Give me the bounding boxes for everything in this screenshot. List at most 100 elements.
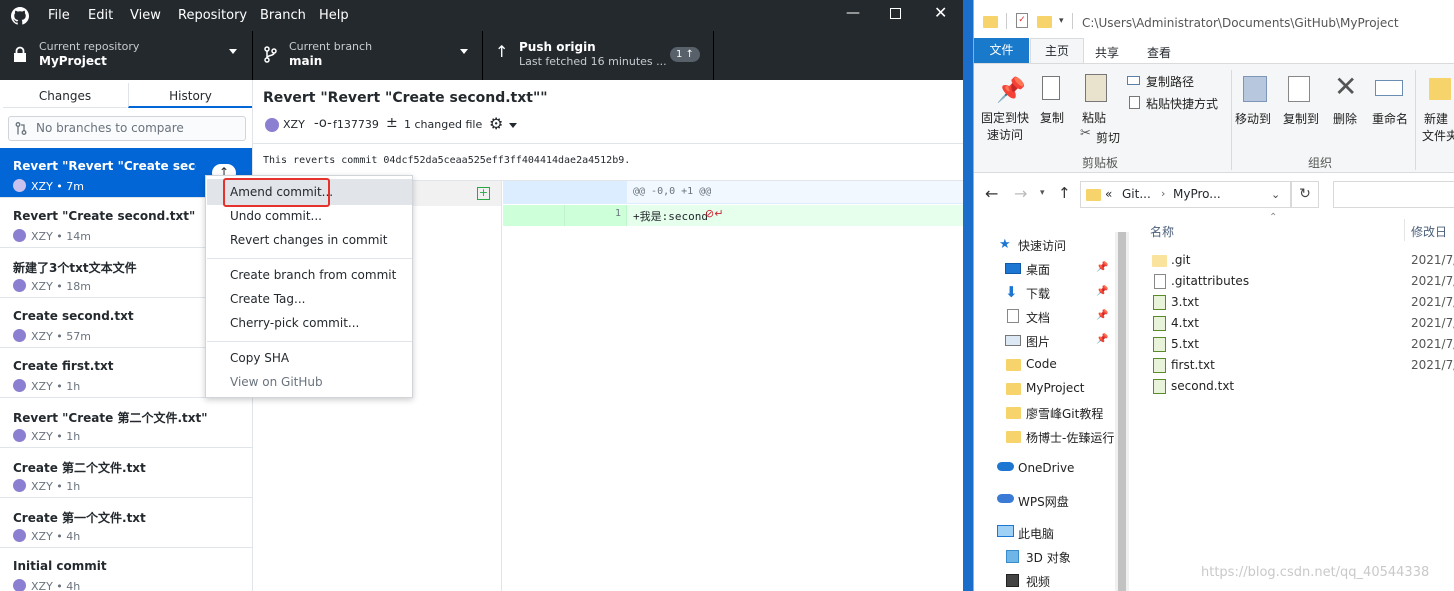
minimize-icon[interactable]: — [846, 5, 860, 21]
nav-wps[interactable]: WPS网盘 [1018, 493, 1069, 510]
branch-selector[interactable]: Current branch main [253, 31, 483, 80]
compare-branch-input[interactable]: No branches to compare [8, 116, 246, 141]
copy-to-label[interactable]: 复制到 [1283, 110, 1319, 127]
cut-icon[interactable]: ✂ [1080, 126, 1091, 141]
menu-amend-commit[interactable]: Amend commit... [230, 185, 333, 199]
avatar [13, 529, 26, 542]
breadcrumb-git[interactable]: Git... [1122, 187, 1151, 201]
up-icon[interactable]: ↑ [1058, 184, 1071, 202]
search-input[interactable] [1333, 181, 1454, 208]
chevron-down-icon[interactable] [509, 123, 517, 128]
file-git[interactable]: .git [1171, 253, 1190, 267]
new-folder-label-2[interactable]: 文件夹 [1422, 127, 1454, 144]
nav-code[interactable]: Code [1026, 357, 1057, 371]
maximize-icon[interactable] [890, 8, 901, 19]
nav-documents[interactable]: 文档 [1026, 309, 1050, 326]
menu-branch[interactable]: Branch [260, 8, 306, 23]
move-to-icon[interactable] [1243, 76, 1267, 102]
file-gitattributes[interactable]: .gitattributes [1171, 274, 1249, 288]
file-second-txt[interactable]: second.txt [1171, 379, 1234, 393]
nav-downloads[interactable]: 下载 [1026, 285, 1050, 302]
push-origin-button[interactable]: ↑ Push origin Last fetched 16 minutes ..… [483, 31, 714, 80]
menu-repository[interactable]: Repository [178, 8, 247, 23]
copy-to-icon[interactable] [1288, 76, 1310, 102]
commit-item[interactable]: Initial commit XZY • 4h [0, 548, 252, 591]
menu-file[interactable]: File [48, 8, 70, 23]
gear-icon[interactable]: ⚙ [489, 114, 503, 133]
menu-help[interactable]: Help [319, 8, 349, 23]
menu-cherry-pick[interactable]: Cherry-pick commit... [230, 316, 359, 330]
address-bar[interactable]: « Git... › MyPro... ⌄ [1080, 181, 1291, 208]
refresh-icon[interactable]: ↻ [1291, 181, 1319, 208]
breadcrumb-myproject[interactable]: MyPro... [1173, 187, 1221, 201]
nav-quick-access[interactable]: 快速访问 [1018, 237, 1066, 254]
column-date[interactable]: 修改日 [1411, 223, 1447, 240]
delete-icon[interactable]: ✕ [1334, 70, 1357, 103]
nav-git-tutorial[interactable]: 廖雪峰Git教程 [1026, 405, 1103, 422]
menu-create-tag[interactable]: Create Tag... [230, 292, 305, 306]
paste-shortcut-label[interactable]: 粘贴快捷方式 [1146, 95, 1218, 112]
copy-path-icon[interactable] [1127, 76, 1140, 85]
repository-selector[interactable]: Current repository MyProject [0, 31, 253, 80]
back-icon[interactable]: ← [985, 184, 998, 203]
move-to-label[interactable]: 移动到 [1235, 110, 1271, 127]
commit-item[interactable]: Create 第二个文件.txt XZY • 1h [0, 448, 252, 498]
ribbon-tab-file[interactable]: 文件 [974, 38, 1029, 63]
tab-history[interactable]: History [128, 83, 252, 108]
menu-edit[interactable]: Edit [88, 8, 113, 23]
delete-label[interactable]: 删除 [1333, 110, 1357, 127]
nav-scrollbar[interactable] [1115, 232, 1129, 591]
nav-onedrive[interactable]: OneDrive [1018, 461, 1074, 475]
breadcrumb-overflow[interactable]: « [1105, 187, 1112, 201]
menu-view[interactable]: View [130, 8, 161, 23]
rename-label[interactable]: 重命名 [1372, 110, 1408, 127]
chevron-down-icon[interactable]: ⌄ [1271, 188, 1280, 201]
file-3-txt[interactable]: 3.txt [1171, 295, 1199, 309]
commit-title: Create first.txt [13, 359, 114, 373]
nav-this-pc[interactable]: 此电脑 [1018, 525, 1054, 542]
nav-desktop[interactable]: 桌面 [1026, 261, 1050, 278]
recent-dropdown-icon[interactable]: ▾ [1040, 188, 1045, 198]
menu-undo-commit[interactable]: Undo commit... [230, 209, 322, 223]
file-4-txt[interactable]: 4.txt [1171, 316, 1199, 330]
qat-dropdown-icon[interactable]: ▾ [1059, 16, 1064, 26]
rename-icon[interactable] [1375, 80, 1403, 96]
copy-label[interactable]: 复制 [1040, 109, 1064, 126]
forward-icon[interactable]: → [1014, 184, 1027, 203]
pin-label[interactable]: 固定到快 [981, 109, 1029, 126]
detail-sha: f137739 [333, 118, 379, 131]
cut-label[interactable]: 剪切 [1096, 129, 1120, 146]
ribbon-tab-home[interactable]: 主页 [1030, 38, 1084, 64]
paste-label[interactable]: 粘贴 [1082, 109, 1106, 126]
properties-icon[interactable]: ✓ [1016, 13, 1028, 28]
new-folder-icon[interactable] [1037, 16, 1052, 28]
nav-myproject[interactable]: MyProject [1026, 381, 1085, 395]
nav-pictures[interactable]: 图片 [1026, 333, 1050, 350]
copy-path-label[interactable]: 复制路径 [1146, 73, 1194, 90]
pin-icon[interactable]: 📌 [996, 76, 1026, 104]
nav-folder-yang[interactable]: 杨博士-佐臻运行 [1026, 429, 1115, 446]
copy-icon[interactable] [1042, 76, 1060, 100]
ribbon-tab-view[interactable]: 查看 [1147, 44, 1171, 61]
new-folder-label[interactable]: 新建 [1424, 110, 1448, 127]
commit-item[interactable]: Create 第一个文件.txt XZY • 4h [0, 498, 252, 548]
nav-3d-objects[interactable]: 3D 对象 [1026, 549, 1071, 566]
nav-videos[interactable]: 视频 [1026, 573, 1050, 590]
paste-shortcut-icon[interactable] [1129, 96, 1140, 109]
menu-copy-sha[interactable]: Copy SHA [230, 351, 289, 365]
close-icon[interactable]: ✕ [934, 3, 947, 22]
ribbon-tab-share[interactable]: 共享 [1095, 44, 1119, 61]
tab-changes[interactable]: Changes [3, 83, 127, 108]
pin-label-2[interactable]: 速访问 [987, 126, 1023, 143]
commit-item[interactable]: Revert "Create 第二个文件.txt" XZY • 1h [0, 398, 252, 448]
file-5-txt[interactable]: 5.txt [1171, 337, 1199, 351]
column-name[interactable]: 名称 [1150, 223, 1174, 240]
menu-separator [207, 258, 412, 259]
file-first-txt[interactable]: first.txt [1171, 358, 1215, 372]
watermark: https://blog.csdn.net/qq_40544338 [1201, 565, 1430, 580]
menu-revert-changes[interactable]: Revert changes in commit [230, 233, 387, 247]
scrollbar-thumb[interactable] [1118, 232, 1126, 591]
paste-icon[interactable] [1085, 74, 1107, 102]
new-folder-icon[interactable] [1429, 78, 1451, 100]
menu-create-branch[interactable]: Create branch from commit [230, 268, 396, 282]
